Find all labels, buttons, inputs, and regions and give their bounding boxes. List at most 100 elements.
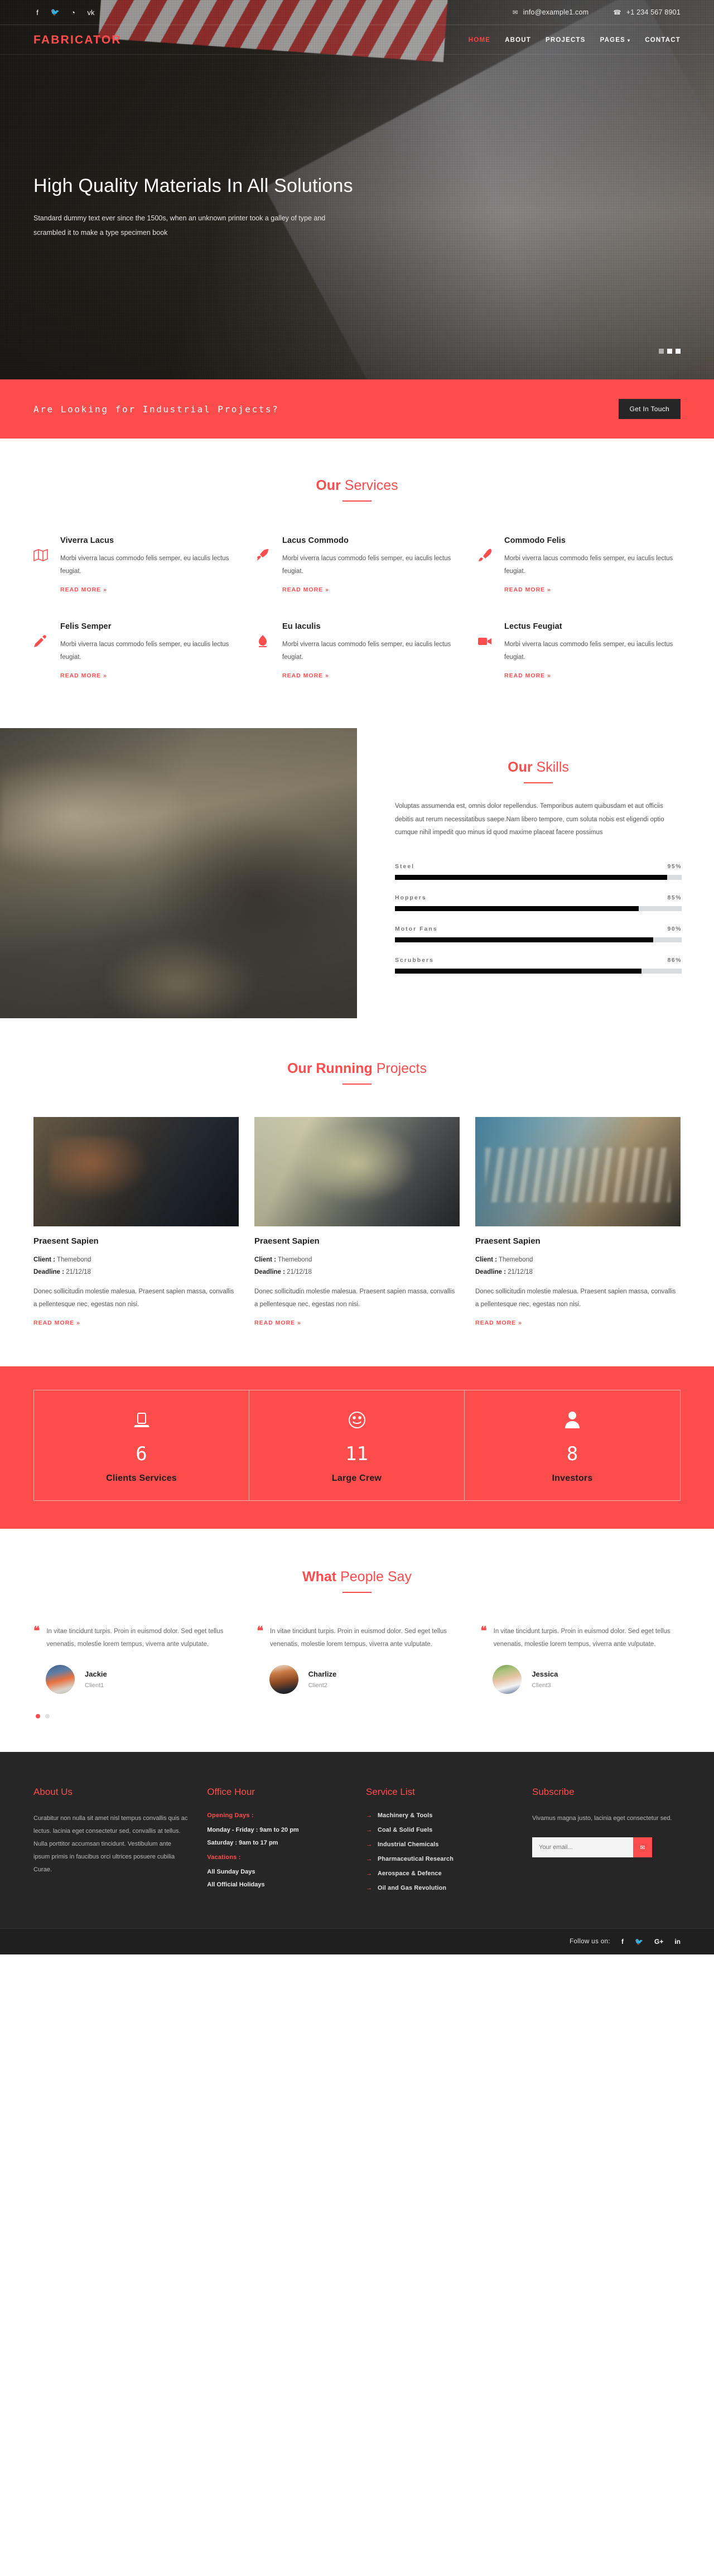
nav-item-pages[interactable]: PAGES ▾ [600,37,631,44]
service-list-item[interactable]: → Coal & Solid Fuels [366,1827,514,1833]
quote-icon: ❝ [257,1624,263,1638]
counter-item: 6 Clients Services [34,1390,249,1500]
service-text: Morbi viverra lacus commodo felis semper… [60,555,229,575]
deadline-label: Deadline : [33,1269,64,1276]
testimonial-role: Client2 [308,1682,327,1689]
service-list-item[interactable]: → Aerospace & Defence [366,1870,514,1877]
service-read-more[interactable]: READ MORE » [282,672,329,679]
testimonial-card: ❝ In vitae tincidunt turpis. Proin in eu… [257,1625,457,1694]
service-list-item[interactable]: → Oil and Gas Revolution [366,1885,514,1891]
site-logo[interactable]: FABRICATOR [33,33,122,47]
counter-item: 8 Investors [465,1390,680,1500]
service-list-link[interactable]: Coal & Solid Fuels [378,1827,432,1833]
hero-slide-dot-3[interactable] [676,349,681,354]
vacation-line: All Sunday Days [207,1869,255,1876]
google-plus-icon[interactable]: G+ [654,1938,663,1946]
twitter-icon[interactable]: 🐦 [635,1938,643,1946]
laptop-icon [34,1410,249,1432]
project-read-more[interactable]: READ MORE » [475,1320,522,1326]
testimonial-slider-dots[interactable] [33,1713,681,1718]
main-menu: HOME ABOUT PROJECTS PAGES ▾ CONTACT [469,37,681,44]
counter-value: 11 [345,1442,368,1465]
service-list-item[interactable]: → Industrial Chemicals [366,1841,514,1848]
project-card[interactable]: Praesent Sapien Client : Themebond Deadl… [475,1117,681,1327]
brush-icon [477,536,492,594]
vacation-line: All Official Holidays [207,1881,265,1888]
vk-icon[interactable]: vk [87,8,95,17]
project-card[interactable]: Praesent Sapien Client : Themebond Deadl… [33,1117,239,1327]
service-card[interactable]: Felis Semper Morbi viverra lacus commodo… [33,619,237,697]
service-read-more[interactable]: READ MORE » [282,586,329,593]
service-read-more[interactable]: READ MORE » [60,586,107,593]
main-navbar: FABRICATOR HOME ABOUT PROJECTS PAGES ▾ CO… [0,25,714,55]
skill-value: 95% [667,863,682,870]
service-card[interactable]: Commodo Felis Morbi viverra lacus commod… [477,533,681,611]
nav-pages-label: PAGES [600,37,626,44]
cta-banner: Are Looking for Industrial Projects? Get… [0,379,714,439]
nav-item-contact[interactable]: CONTACT [645,37,681,44]
footer: About Us Curabitur non nulla sit amet ni… [0,1751,714,1928]
project-deadline: Deadline : 21/12/18 [254,1266,460,1278]
service-card[interactable]: Viverra Lacus Morbi viverra lacus commod… [33,533,237,611]
services-heading-light: Services [344,478,398,493]
service-read-more[interactable]: READ MORE » [504,672,551,679]
service-read-more[interactable]: READ MORE » [60,672,107,679]
deadline-label: Deadline : [475,1269,506,1276]
client-value: Themebond [277,1256,312,1263]
testimonial-name: Jackie [85,1669,107,1678]
service-list-link[interactable]: Industrial Chemicals [378,1841,439,1848]
avatar [269,1664,298,1694]
service-read-more[interactable]: READ MORE » [504,586,551,593]
project-read-more[interactable]: READ MORE » [254,1320,301,1326]
pencil-icon [33,622,48,680]
service-list-link[interactable]: Machinery & Tools [378,1812,433,1819]
nav-item-home[interactable]: HOME [469,37,490,44]
subscribe-submit-button[interactable]: ✉ [633,1837,652,1858]
skill-bar-row: Hoppers 85% [395,894,682,911]
service-list-link[interactable]: Aerospace & Defence [378,1870,442,1877]
get-in-touch-button[interactable]: Get In Touch [618,399,681,419]
phone-item[interactable]: ☎ +1 234 567 8901 [613,8,681,16]
twitter-icon[interactable]: 🐦 [51,8,60,17]
facebook-icon[interactable]: f [33,8,41,17]
testimonial-dot-2[interactable] [45,1713,50,1718]
heading-underline [342,500,372,502]
service-list-item[interactable]: → Pharmaceutical Research [366,1856,514,1862]
skills-heading: Our Skills [395,759,682,783]
skill-fill [395,937,653,942]
rss-icon[interactable]: ◔ [69,8,77,17]
nav-item-projects[interactable]: PROJECTS [546,37,586,44]
service-list-link[interactable]: Oil and Gas Revolution [378,1885,446,1891]
email-item[interactable]: ✉ info@example1.com [513,8,588,16]
skills-section: Our Skills Voluptas assumenda est, omnis… [0,728,714,1018]
client-value: Themebond [56,1256,91,1263]
skill-fill [395,874,668,880]
testimonial-card: ❝ In vitae tincidunt turpis. Proin in eu… [33,1625,234,1694]
project-read-more[interactable]: READ MORE » [33,1320,80,1326]
testimonial-dot-1[interactable] [36,1713,40,1718]
project-card[interactable]: Praesent Sapien Client : Themebond Deadl… [254,1117,460,1327]
service-list-item[interactable]: → Machinery & Tools [366,1812,514,1819]
project-title: Praesent Sapien [33,1236,99,1246]
service-card[interactable]: Lacus Commodo Morbi viverra lacus commod… [255,533,459,611]
facebook-icon[interactable]: f [621,1938,624,1946]
linkedin-icon[interactable]: in [674,1938,681,1946]
email-input[interactable] [532,1837,633,1858]
hero-slide-dot-1[interactable] [659,349,664,354]
skill-bar-row: Steel 95% [395,863,682,880]
footer-service-title: Service List [365,1786,415,1797]
project-client: Client : Themebond [33,1254,239,1266]
nav-item-about[interactable]: ABOUT [505,37,531,44]
hero-slide-dot-2[interactable] [667,349,672,354]
service-title: Lacus Commodo [282,536,349,545]
service-list-link[interactable]: Pharmaceutical Research [378,1856,454,1862]
subscribe-form: ✉ [532,1837,652,1858]
service-card[interactable]: Lectus Feugiat Morbi viverra lacus commo… [477,619,681,697]
hero-slider-dots[interactable] [659,349,681,354]
service-card[interactable]: Eu Iaculis Morbi viverra lacus commodo f… [255,619,459,697]
service-text: Morbi viverra lacus commodo felis semper… [60,641,229,661]
counter-label: Investors [552,1473,593,1483]
footer-office-hour: Office Hour Opening Days : Monday - Frid… [207,1787,348,1899]
skill-label: Motor Fans [395,925,438,932]
service-text: Morbi viverra lacus commodo felis semper… [504,555,673,575]
